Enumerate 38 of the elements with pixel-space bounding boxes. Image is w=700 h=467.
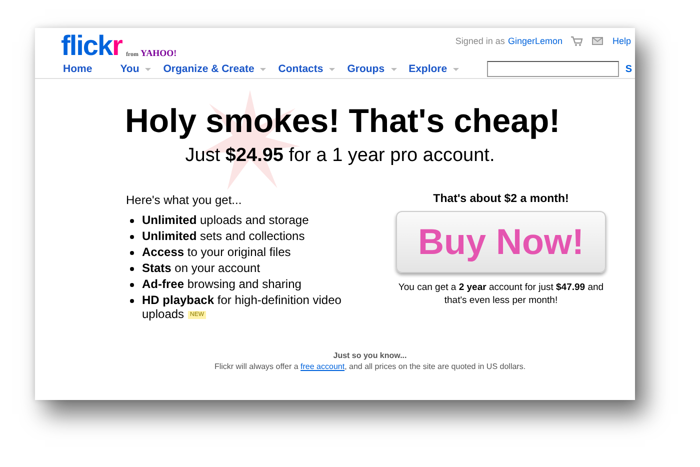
signed-in-label: Signed in as	[455, 36, 505, 46]
nav-link[interactable]: Explore	[408, 63, 460, 75]
bullet-icon	[130, 299, 134, 303]
bullet-icon	[130, 219, 134, 223]
nav-link[interactable]: Organize & Create	[163, 63, 266, 75]
nav-link[interactable]: Home	[63, 63, 92, 75]
footer-note: Flickr will always offer a free account, and all prices on the site are quoted in US dollars.	[213, 360, 527, 372]
caret-icon[interactable]	[329, 68, 336, 70]
caret-icon[interactable]	[390, 68, 397, 70]
benefit-text: Access to your original files	[142, 245, 291, 259]
headline: Holy smokes! That's cheap!	[125, 101, 560, 141]
benefit-text: Unlimited uploads and storage	[142, 213, 309, 227]
help-link[interactable]: Help	[612, 36, 631, 46]
bullet-icon	[130, 267, 134, 271]
bullet-icon	[130, 283, 134, 287]
monthly-price: That's about $2 a month!	[432, 193, 570, 205]
flickr-logo: flickr	[61, 32, 122, 60]
cart-icon[interactable]	[571, 36, 584, 46]
nav-link[interactable]: Groups	[347, 63, 397, 75]
search-field[interactable]	[487, 61, 620, 77]
bullet-icon	[130, 235, 134, 239]
bullet-icon	[130, 251, 134, 255]
benefits-intro: Here's what you get...	[126, 193, 243, 207]
benefit-text: Stats on your account	[142, 261, 260, 275]
search-button[interactable]: S	[623, 64, 634, 74]
nav-link[interactable]: You	[120, 63, 152, 75]
nav-link[interactable]: Contacts	[278, 63, 336, 75]
benefit-text: Ad-free browsing and sharing	[142, 277, 302, 291]
footer-title: Just so you know...	[332, 350, 408, 361]
mail-icon[interactable]	[592, 37, 604, 45]
caret-icon[interactable]	[260, 68, 266, 70]
benefit-text: Unlimited sets and collections	[142, 229, 305, 243]
caret-icon[interactable]	[453, 68, 460, 70]
two-year-note: You can get a 2 year account for just $47.99 and that's even less per month!	[397, 281, 605, 307]
username-link[interactable]: GingerLemon	[508, 36, 562, 46]
caret-icon[interactable]	[145, 68, 152, 70]
subheadline: Just $24.95 for a 1 year pro account.	[184, 145, 496, 167]
free-account-link[interactable]: free account	[300, 362, 345, 371]
